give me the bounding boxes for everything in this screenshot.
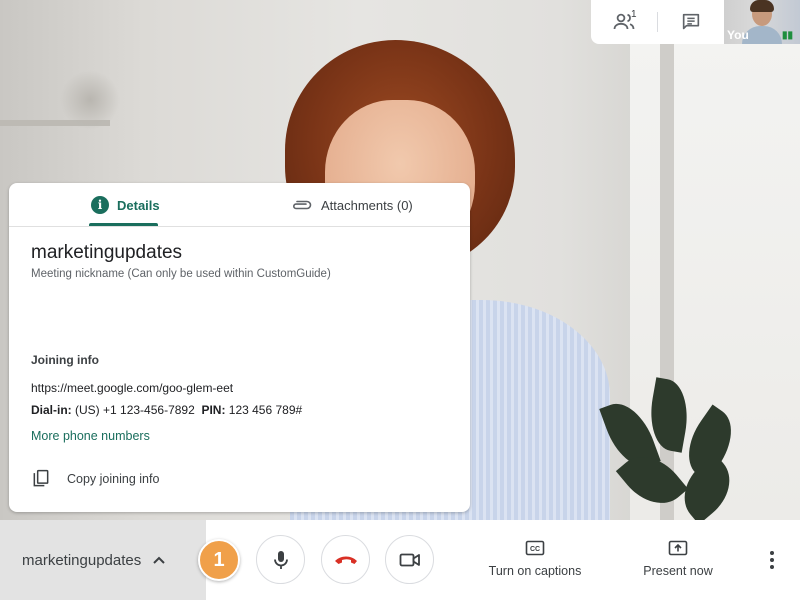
present-now-label: Present now <box>643 564 713 578</box>
details-tabs: i Details Attachments (0) <box>9 183 470 227</box>
dial-in-label: Dial-in: <box>31 403 72 417</box>
chevron-up-icon <box>151 552 167 568</box>
tab-attachments-label: Attachments (0) <box>321 197 413 213</box>
self-label: You <box>727 28 749 42</box>
present-screen-icon <box>668 540 688 556</box>
more-phone-numbers-link[interactable]: More phone numbers <box>31 429 150 443</box>
copy-icon <box>33 469 49 487</box>
chat-button[interactable] <box>658 0 724 44</box>
pin-value: 123 456 789# <box>228 403 303 417</box>
svg-text:CC: CC <box>530 546 540 553</box>
meeting-details-panel: i Details Attachments (0) marketingupdat… <box>9 183 470 512</box>
meeting-details-toggle[interactable]: marketingupdates <box>0 520 206 600</box>
copy-joining-info-label: Copy joining info <box>67 472 160 486</box>
step-number-badge: 1 <box>198 539 240 581</box>
dial-in-info: Dial-in: (US) +1 123-456-7892 PIN: 123 4… <box>31 403 302 417</box>
microphone-icon <box>273 550 288 569</box>
meeting-url-code: goo-glem-eet <box>162 381 234 395</box>
hang-up-icon <box>334 556 357 564</box>
present-now-button[interactable]: Present now <box>628 540 728 578</box>
captions-icon: CC <box>525 540 545 556</box>
microphone-button[interactable] <box>256 535 305 584</box>
audio-level-icon: ▮▮ <box>782 30 794 41</box>
background-plant <box>590 360 770 520</box>
bottom-control-bar: marketingupdates CC Turn on captions Pre… <box>0 520 800 600</box>
meeting-nickname-note: Meeting nickname (Can only be used withi… <box>31 268 331 280</box>
info-icon: i <box>91 196 109 214</box>
more-vert-icon <box>770 551 774 569</box>
tab-details[interactable]: i Details <box>91 183 241 227</box>
participants-count: 1 <box>631 9 637 20</box>
meeting-url: https://meet.google.com/goo-glem-eet <box>31 381 233 395</box>
tab-attachments[interactable]: Attachments (0) <box>291 183 441 227</box>
captions-label: Turn on captions <box>488 564 582 578</box>
paperclip-icon <box>293 200 312 210</box>
copy-joining-info-button[interactable]: Copy joining info <box>31 467 159 491</box>
self-video-tile[interactable]: You ▮▮ <box>724 0 800 44</box>
captions-button[interactable]: CC Turn on captions <box>474 540 596 578</box>
top-controls: 1 <box>591 0 724 44</box>
pin-label: PIN: <box>201 403 226 417</box>
more-options-button[interactable] <box>758 544 786 576</box>
active-tab-indicator <box>89 223 158 226</box>
joining-info-heading: Joining info <box>31 353 99 367</box>
tab-details-label: Details <box>117 197 160 213</box>
chat-icon <box>682 13 700 30</box>
camera-icon <box>399 553 420 566</box>
meeting-url-prefix: https://meet.google.com/ <box>31 381 163 395</box>
dial-in-number: (US) +1 123-456-7892 <box>75 403 195 417</box>
show-everyone-button[interactable]: 1 <box>591 0 657 44</box>
meeting-details-toggle-label: marketingupdates <box>22 551 142 569</box>
meeting-name: marketingupdates <box>31 242 183 263</box>
camera-button[interactable] <box>385 535 434 584</box>
leave-call-button[interactable] <box>321 535 370 584</box>
